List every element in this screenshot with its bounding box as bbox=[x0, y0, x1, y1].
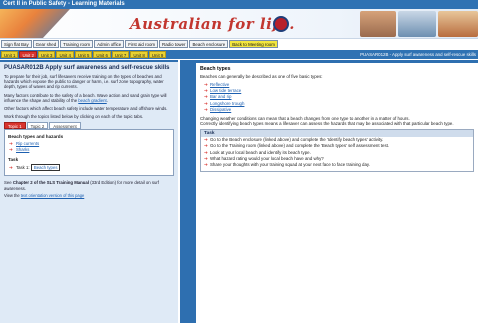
nav-admin-office[interactable]: Admin office bbox=[94, 40, 125, 48]
brand-logo-text: Australian for life. bbox=[130, 15, 295, 33]
banner-photo bbox=[438, 11, 478, 37]
manual-note: See Chapter 2 of the SLS Training Manual… bbox=[4, 180, 174, 190]
task-item: ➔ Share your thoughts with your training … bbox=[201, 162, 473, 170]
topic-label: Rip currents bbox=[16, 141, 40, 147]
banner-photo bbox=[360, 11, 396, 37]
beach-type-label: Dissipative bbox=[210, 107, 232, 113]
tab-topic-2[interactable]: Topic 2 bbox=[26, 122, 49, 130]
topic-panel: Beach types and hazards ➔ Rip currents ➔ S… bbox=[4, 129, 174, 177]
nav-back-to-meeting-room[interactable]: Back to Meeting room bbox=[229, 40, 278, 48]
task-heading: Task bbox=[8, 157, 19, 163]
brand-logo-icon bbox=[273, 16, 289, 32]
task-text: Share your thoughts with your training s… bbox=[210, 162, 371, 168]
nav-beach-enclosure[interactable]: Beach enclosure bbox=[189, 40, 229, 48]
task-text: Go to the Training room (linked above) a… bbox=[210, 143, 390, 149]
tab-assessment[interactable]: Assessment bbox=[49, 122, 81, 130]
note-text: View the bbox=[4, 192, 21, 198]
intro-paragraph: Many factors contribute to the safety of… bbox=[4, 93, 174, 103]
unit-tab-1[interactable]: Unit 1 bbox=[1, 51, 19, 58]
nav-gear-shed[interactable]: Gear shed bbox=[32, 40, 60, 48]
content-intro: Beaches can generally be described as on… bbox=[200, 74, 323, 79]
intro-paragraph: Work through the topics listed below by … bbox=[4, 114, 144, 120]
beach-type-label: Bar and rip bbox=[210, 94, 232, 100]
unit-tab-5[interactable]: Unit 5 bbox=[74, 51, 93, 58]
banner-artwork bbox=[0, 9, 70, 38]
intro-paragraph: Other factors which affect beach safety … bbox=[4, 106, 168, 112]
arrow-icon: ➔ bbox=[204, 162, 208, 168]
header-banner: Australian for life. bbox=[0, 9, 478, 39]
unit-tab-6[interactable]: Unit 6 bbox=[93, 51, 111, 58]
beach-type-label: Reflective bbox=[210, 81, 230, 87]
nav-radio-tower[interactable]: Radio tower bbox=[159, 40, 189, 48]
unit-tab-7[interactable]: Unit 7 bbox=[111, 51, 130, 58]
unit-tab-8[interactable]: Unit 8 bbox=[130, 51, 148, 58]
intro-paragraph: To prepare for their job, surf lifesaver… bbox=[4, 74, 164, 90]
content-pane: Beach types Beaches can generally be des… bbox=[196, 63, 478, 323]
unit-tab-9[interactable]: Unit 9 bbox=[148, 51, 167, 58]
section-heading: Beach types and hazards bbox=[8, 134, 64, 140]
unit-tab-4[interactable]: Unit 4 bbox=[56, 51, 74, 58]
unit-tab-2[interactable]: Unit 2 bbox=[19, 51, 37, 58]
content-paragraph: Correctly identifying beach types means … bbox=[200, 121, 454, 127]
beach-type-label: Longshore trough bbox=[210, 100, 245, 106]
unit-title: PUASAR012B Apply surf awareness and self… bbox=[4, 65, 170, 71]
window-title: Cert II in Public Safety - Learning Mate… bbox=[0, 0, 478, 9]
task-text: What hazard rating would your local beac… bbox=[210, 156, 324, 162]
course-label: PUASAR012B - Apply surf awareness and se… bbox=[360, 52, 476, 57]
nav-training-room[interactable]: Training room bbox=[60, 40, 94, 48]
beach-gradient-link[interactable]: beach gradient bbox=[78, 98, 106, 103]
banner-photo bbox=[398, 11, 436, 37]
tab-topic-1[interactable]: Topic 1 bbox=[4, 122, 26, 130]
task-prefix: Task 1: bbox=[16, 165, 30, 171]
paragraph-text: . bbox=[106, 97, 108, 103]
task-link-beach-types[interactable]: Beach types bbox=[30, 164, 61, 172]
text-version-note: View the text orientation version of thi… bbox=[4, 193, 174, 198]
arrow-icon: ➔ bbox=[9, 147, 13, 153]
beach-type-label: Low tide terrace bbox=[210, 88, 242, 93]
unit-bar: Unit 1 Unit 2 Unit 3 Unit 4 Unit 5 Unit … bbox=[0, 50, 478, 59]
beach-type-link-dissipative[interactable]: ➔ Dissipative bbox=[204, 107, 474, 113]
text-version-link[interactable]: text orientation version of this page bbox=[21, 193, 85, 198]
arrow-icon: ➔ bbox=[9, 165, 13, 171]
left-panel: PUASAR012B Apply surf awareness and self… bbox=[0, 60, 178, 323]
task-box: Task ➔ Go to the Beach enclosure (linked … bbox=[200, 128, 474, 172]
task-item: ➔ Task 1: Beach types bbox=[8, 164, 170, 172]
nav-first-aid-room[interactable]: First aid room bbox=[125, 40, 159, 48]
nav-sign-flat-bay[interactable]: Sign flat Bay bbox=[1, 40, 32, 48]
unit-tab-3[interactable]: Unit 3 bbox=[37, 51, 56, 58]
task-text: Go to the Beach enclosure (linked above)… bbox=[210, 136, 384, 142]
topic-tabs: Topic 1 Topic 2 Assessment bbox=[4, 122, 174, 130]
beach-type-list: ➔ Reflective ➔ Low tide terrace ➔ Bar and r… bbox=[204, 82, 474, 114]
left-panel-content: PUASAR012B Apply surf awareness and self… bbox=[0, 62, 178, 323]
topic-link-sharks[interactable]: ➔ Sharks bbox=[8, 147, 170, 153]
location-nav: Sign flat Bay Gear shed Training room Ad… bbox=[0, 40, 478, 49]
task-box-header: Task bbox=[201, 129, 473, 137]
content-title: Beach types bbox=[200, 66, 231, 72]
topic-label: Sharks bbox=[16, 147, 30, 153]
right-panel: Beach types Beaches can generally be des… bbox=[180, 60, 478, 323]
task-text: Look at your local beach and identify it… bbox=[210, 149, 311, 155]
arrow-icon: ➔ bbox=[204, 107, 208, 113]
